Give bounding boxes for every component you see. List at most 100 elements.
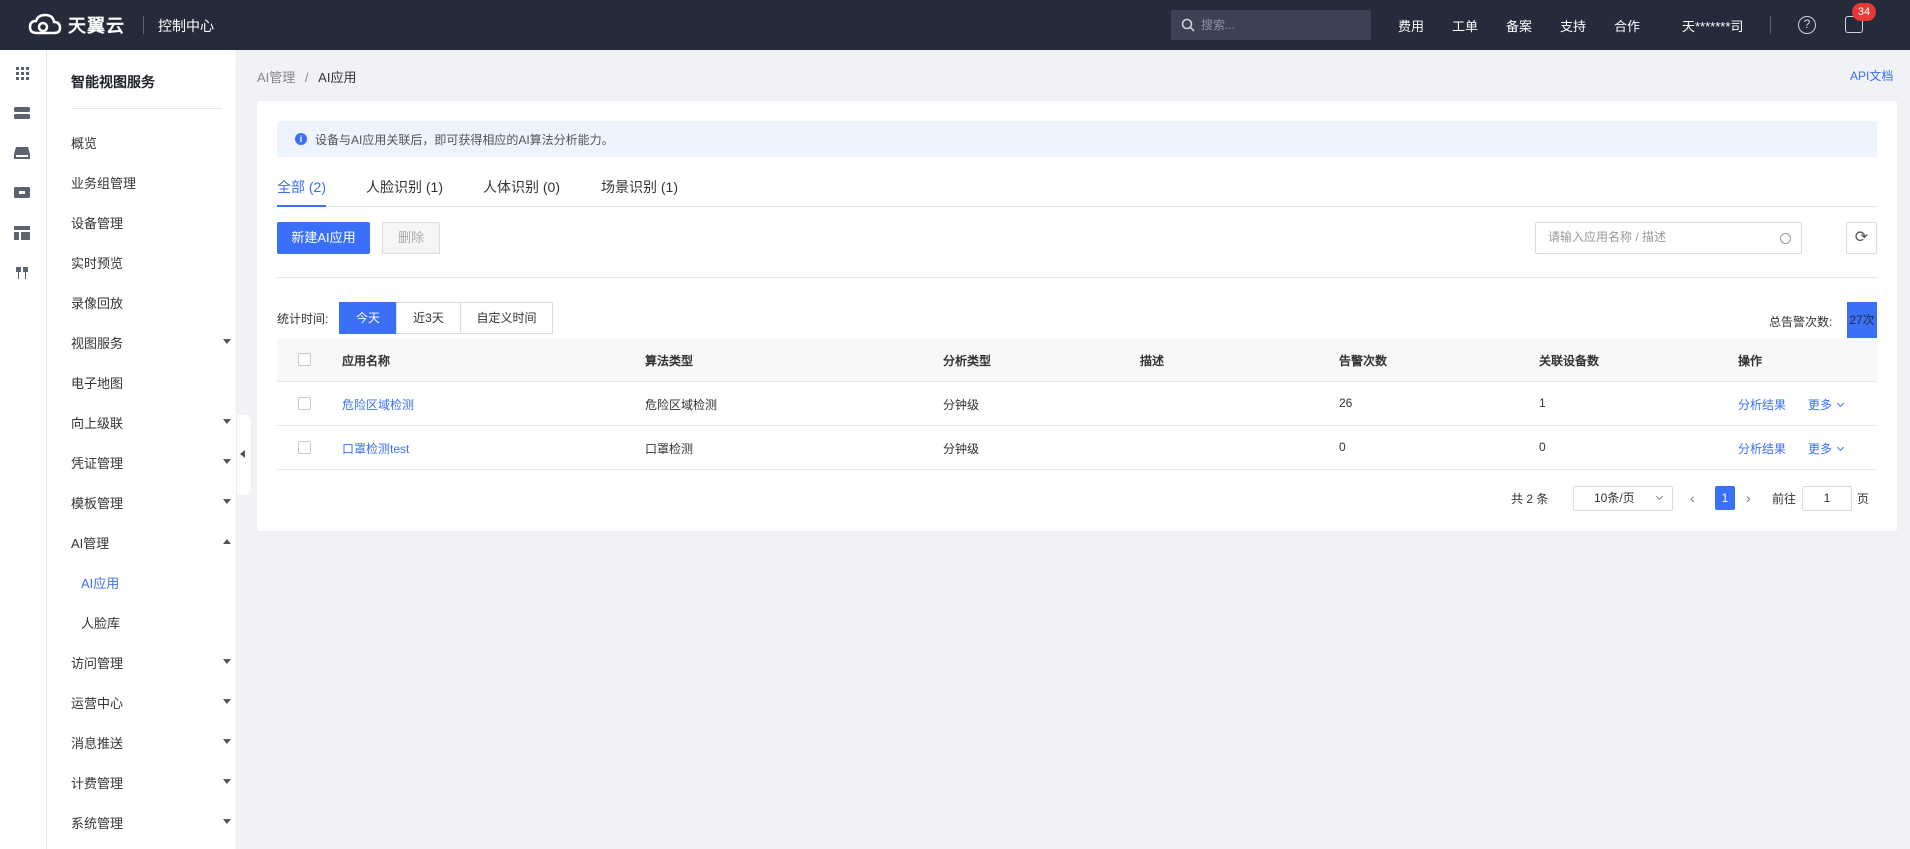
next-page-button[interactable]: › xyxy=(1746,490,1751,506)
chevron-down-icon xyxy=(223,699,231,704)
algorithm-type: 口罩检测 xyxy=(645,442,694,456)
server-icon[interactable] xyxy=(13,105,31,121)
sidebar-item-business-group[interactable]: 业务组管理 xyxy=(71,173,231,192)
user-account[interactable]: 天*******司 xyxy=(1682,16,1743,35)
app-name-link[interactable]: 危险区域检测 xyxy=(342,396,414,413)
sidebar-item-ai-management[interactable]: AI管理 xyxy=(71,533,231,552)
goto-label: 前往 xyxy=(1772,492,1797,506)
sidebar-item-face-library[interactable]: 人脸库 xyxy=(81,613,241,632)
api-doc-link[interactable]: API文档 xyxy=(1850,67,1893,84)
breadcrumb-separator: / xyxy=(304,70,309,85)
sidebar-collapse-button[interactable] xyxy=(237,415,251,495)
table-header: 应用名称 算法类型 分析类型 描述 告警次数 关联设备数 操作 xyxy=(277,338,1877,382)
sidebar-item-templates[interactable]: 模板管理 xyxy=(71,493,231,512)
device-count: 0 xyxy=(1539,440,1546,454)
page-number-current[interactable]: 1 xyxy=(1715,486,1735,510)
column-header-devices: 关联设备数 xyxy=(1539,354,1600,368)
breadcrumb-current: AI应用 xyxy=(318,70,357,85)
chevron-down-icon xyxy=(1655,492,1664,501)
tab-scene-recognition[interactable]: 场景识别 (1) xyxy=(601,177,678,207)
breadcrumb-parent[interactable]: AI管理 xyxy=(257,70,295,85)
nav-support[interactable]: 支持 xyxy=(1560,16,1586,35)
global-search-input[interactable] xyxy=(1201,18,1361,32)
apps-grid-icon[interactable] xyxy=(13,65,31,81)
sidebar-item-label: 电子地图 xyxy=(71,376,124,391)
chevron-down-icon xyxy=(223,339,231,344)
column-header-actions: 操作 xyxy=(1738,354,1763,368)
row-checkbox[interactable] xyxy=(298,441,311,454)
sidebar-item-devices[interactable]: 设备管理 xyxy=(71,213,231,232)
tab-face-recognition[interactable]: 人脸识别 (1) xyxy=(366,177,443,207)
logo[interactable]: 天翼云 xyxy=(28,10,125,40)
nav-partner[interactable]: 合作 xyxy=(1614,16,1640,35)
total-alarms-label: 总告警次数: xyxy=(1769,315,1833,329)
sidebar-item-label: AI应用 xyxy=(81,576,120,591)
sidebar-item-cascade[interactable]: 向上级联 xyxy=(71,413,231,432)
chevron-down-icon xyxy=(1836,399,1845,408)
sidebar-item-view-service[interactable]: 视图服务 xyxy=(71,333,231,352)
layout-icon[interactable] xyxy=(13,225,31,241)
app-search-input[interactable] xyxy=(1548,230,1768,244)
page-size-select[interactable]: 10条/页 xyxy=(1573,486,1673,511)
analysis-result-link[interactable]: 分析结果 xyxy=(1738,440,1786,457)
sidebar-item-overview[interactable]: 概览 xyxy=(71,133,231,152)
cloud-logo-icon xyxy=(28,13,62,35)
sidebar-item-credentials[interactable]: 凭证管理 xyxy=(71,453,231,472)
wrench-icon[interactable] xyxy=(13,265,31,281)
info-notice: i 设备与AI应用关联后，即可获得相应的AI算法分析能力。 xyxy=(277,121,1877,157)
alarm-count: 0 xyxy=(1339,440,1346,454)
stat-range-custom[interactable]: 自定义时间 xyxy=(460,302,553,334)
nav-tickets[interactable]: 工单 xyxy=(1452,16,1478,35)
sidebar-item-label: 消息推送 xyxy=(71,736,124,751)
analysis-result-link[interactable]: 分析结果 xyxy=(1738,396,1786,413)
delete-button[interactable]: 删除 xyxy=(382,222,440,254)
sidebar-item-label: 系统管理 xyxy=(71,816,124,831)
more-dropdown[interactable]: 更多 xyxy=(1808,440,1845,457)
global-search[interactable] xyxy=(1171,10,1371,40)
goto-page-input[interactable]: 1 xyxy=(1802,486,1852,511)
sidebar-item-billing[interactable]: 计费管理 xyxy=(71,773,231,792)
sidebar-item-playback[interactable]: 录像回放 xyxy=(71,293,231,312)
more-dropdown[interactable]: 更多 xyxy=(1808,396,1845,413)
nav-filing[interactable]: 备案 xyxy=(1506,16,1532,35)
help-icon[interactable]: ? xyxy=(1798,16,1816,34)
prev-page-button[interactable]: ‹ xyxy=(1690,490,1695,506)
chevron-down-icon xyxy=(223,819,231,824)
info-icon: i xyxy=(295,133,307,145)
section-divider xyxy=(277,277,1877,278)
column-header-alarms: 告警次数 xyxy=(1339,354,1388,368)
page-suffix-label: 页 xyxy=(1857,492,1870,506)
app-name-link[interactable]: 口罩检测test xyxy=(342,440,409,457)
sidebar-item-label: 向上级联 xyxy=(71,416,124,431)
sidebar-item-e-map[interactable]: 电子地图 xyxy=(71,373,231,392)
storage-icon[interactable] xyxy=(13,145,31,161)
nav-fees[interactable]: 费用 xyxy=(1398,16,1424,35)
sidebar-item-label: 人脸库 xyxy=(81,616,121,631)
row-checkbox[interactable] xyxy=(298,397,311,410)
sidebar-item-ai-apps[interactable]: AI应用 xyxy=(81,573,241,592)
stat-range-today[interactable]: 今天 xyxy=(339,302,397,334)
more-label: 更多 xyxy=(1808,442,1833,456)
select-all-checkbox[interactable] xyxy=(298,353,311,366)
new-ai-app-button[interactable]: 新建AI应用 xyxy=(277,222,370,254)
console-title[interactable]: 控制中心 xyxy=(158,16,214,36)
sidebar-item-label: AI管理 xyxy=(71,536,110,551)
chevron-left-icon xyxy=(240,450,245,458)
column-header-name: 应用名称 xyxy=(342,354,391,368)
message-count-badge: 34 xyxy=(1852,3,1876,21)
analysis-type: 分钟级 xyxy=(943,442,980,456)
table-row: 危险区域检测 危险区域检测 分钟级 26 1 分析结果 更多 xyxy=(277,382,1877,426)
sidebar-item-operations[interactable]: 运营中心 xyxy=(71,693,231,712)
monitor-icon[interactable] xyxy=(13,185,31,201)
tab-all[interactable]: 全部 (2) xyxy=(277,177,326,207)
app-search[interactable] xyxy=(1535,222,1802,254)
chevron-down-icon xyxy=(1836,443,1845,452)
stat-range-3days[interactable]: 近3天 xyxy=(396,302,461,334)
sidebar-item-label: 模板管理 xyxy=(71,496,124,511)
tab-body-recognition[interactable]: 人体识别 (0) xyxy=(483,177,560,207)
sidebar-item-system[interactable]: 系统管理 xyxy=(71,813,231,832)
sidebar-item-access[interactable]: 访问管理 xyxy=(71,653,231,672)
refresh-button[interactable]: ⟳ xyxy=(1846,222,1877,254)
sidebar-item-live-preview[interactable]: 实时预览 xyxy=(71,253,231,272)
sidebar-item-push[interactable]: 消息推送 xyxy=(71,733,231,752)
